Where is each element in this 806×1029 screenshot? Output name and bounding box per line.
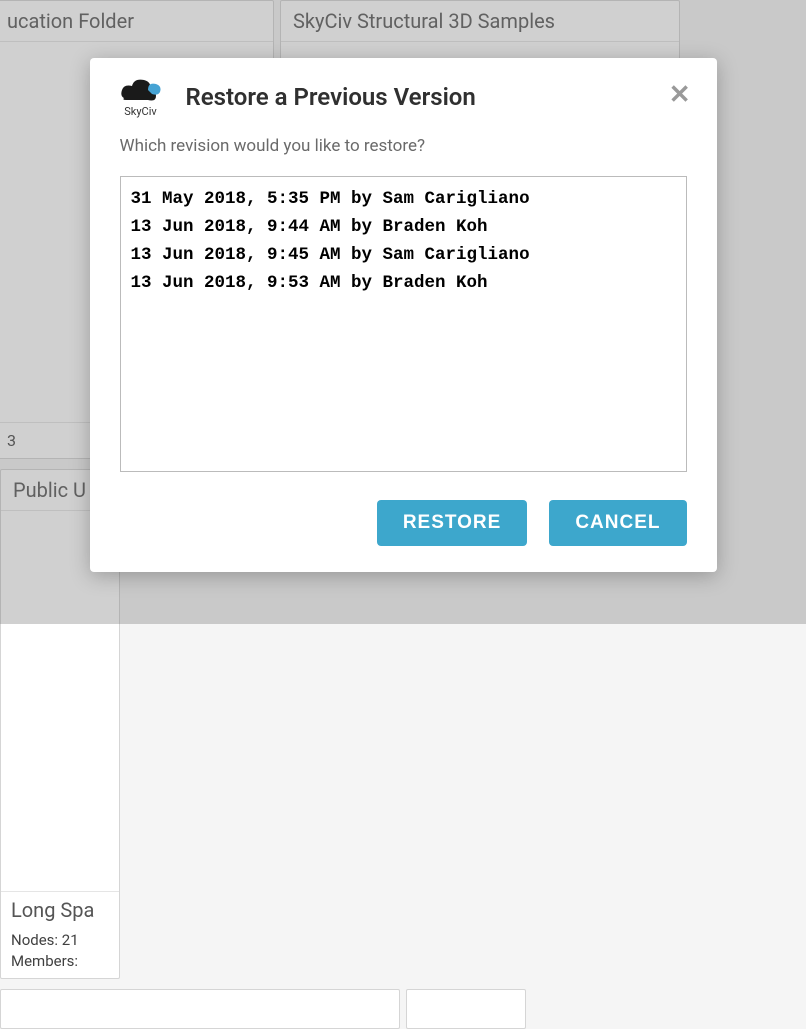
- bg-card-footer-title: Long Spa: [11, 898, 109, 922]
- bg-card: [0, 989, 400, 1029]
- modal-header: SkyCiv Restore a Previous Version ✕: [90, 58, 717, 132]
- bg-card-meta: Nodes: 21: [11, 930, 109, 951]
- skyciv-logo-text: SkyCiv: [124, 105, 156, 118]
- skyciv-logo-icon: [118, 76, 164, 104]
- close-icon[interactable]: ✕: [669, 82, 691, 108]
- modal-prompt: Which revision would you like to restore…: [120, 136, 687, 156]
- revision-item[interactable]: 31 May 2018, 5:35 PM by Sam Carigliano: [131, 185, 676, 213]
- revision-item[interactable]: 13 Jun 2018, 9:53 AM by Braden Koh: [131, 269, 676, 297]
- modal-footer: RESTORE CANCEL: [90, 482, 717, 572]
- revision-item[interactable]: 13 Jun 2018, 9:44 AM by Braden Koh: [131, 213, 676, 241]
- restore-button[interactable]: RESTORE: [377, 500, 528, 546]
- bg-card-footer: Long Spa Nodes: 21 Members:: [1, 891, 119, 978]
- skyciv-logo: SkyCiv: [118, 76, 164, 118]
- bg-card: [406, 989, 526, 1029]
- modal-title: Restore a Previous Version: [186, 83, 476, 111]
- revision-item[interactable]: 13 Jun 2018, 9:45 AM by Sam Carigliano: [131, 241, 676, 269]
- modal-overlay: SkyCiv Restore a Previous Version ✕ Whic…: [0, 0, 806, 624]
- modal-body: Which revision would you like to restore…: [90, 132, 717, 482]
- revision-list[interactable]: 31 May 2018, 5:35 PM by Sam Carigliano 1…: [120, 176, 687, 472]
- bg-card-meta: Members:: [11, 951, 109, 972]
- restore-version-modal: SkyCiv Restore a Previous Version ✕ Whic…: [90, 58, 717, 572]
- cancel-button[interactable]: CANCEL: [549, 500, 686, 546]
